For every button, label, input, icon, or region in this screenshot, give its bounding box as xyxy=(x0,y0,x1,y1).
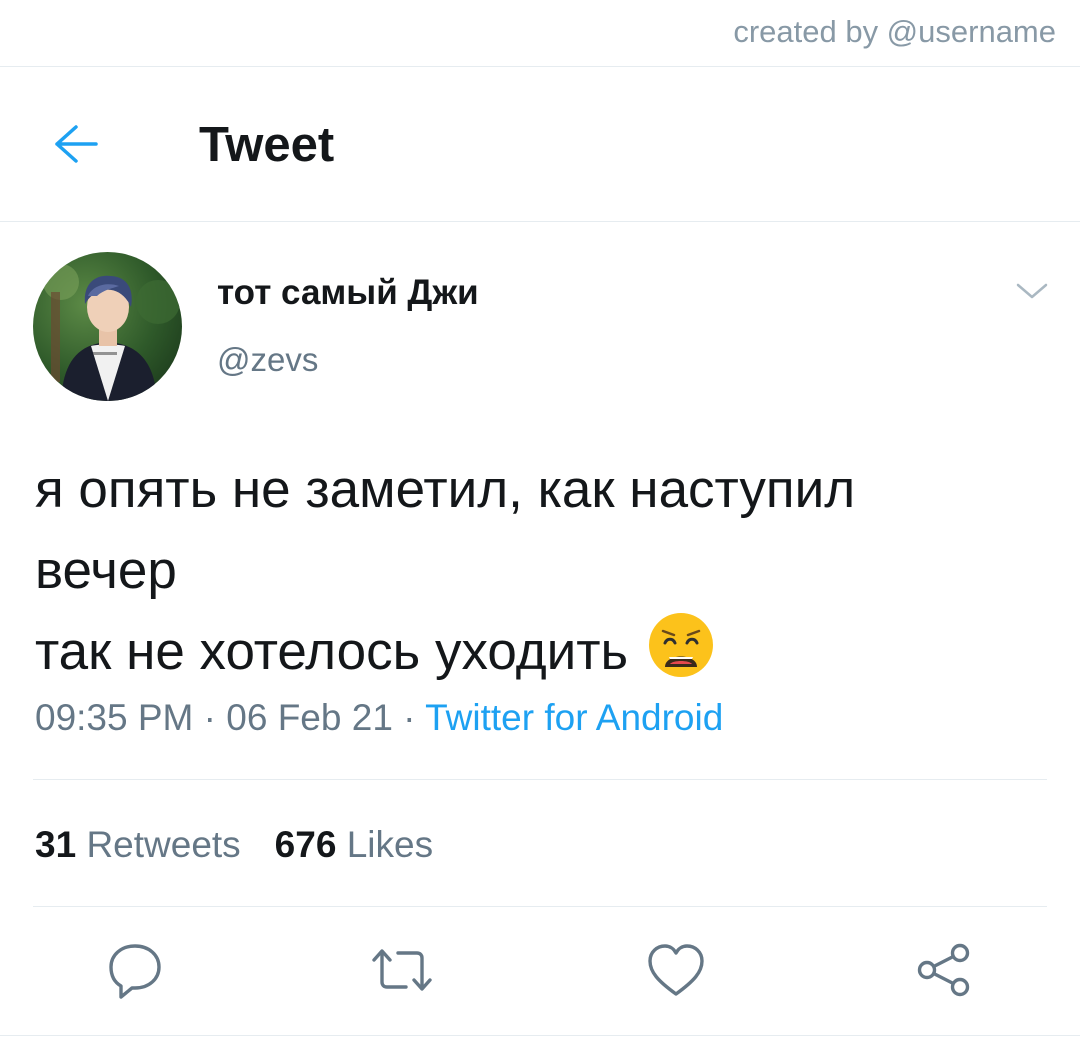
avatar[interactable] xyxy=(33,252,182,401)
tweet-date: 06 Feb 21 xyxy=(226,697,393,738)
credit-text: created by @username xyxy=(733,14,1056,49)
tweet-stats: 31 Retweets 676 Likes xyxy=(35,824,433,866)
like-icon[interactable] xyxy=(644,938,708,1002)
likes-count: 676 xyxy=(274,824,337,865)
page-title: Tweet xyxy=(199,118,335,172)
divider xyxy=(33,779,1047,780)
retweet-icon[interactable] xyxy=(370,938,434,1002)
tweet-line: я опять не заметил, как наступил xyxy=(35,460,856,519)
weary-face-emoji xyxy=(648,613,713,677)
tweet-line-text: так не хотелось уходить xyxy=(35,622,629,681)
meta-separator: · xyxy=(392,697,426,738)
likes-label: Likes xyxy=(346,824,434,865)
header: Tweet xyxy=(0,67,1080,222)
likes-stat[interactable]: 676 Likes xyxy=(275,824,433,865)
divider xyxy=(33,906,1047,907)
author-handle[interactable]: @zevs xyxy=(217,341,318,379)
tweet-text: я опять не заметил, как наступил вечер т… xyxy=(35,449,1045,692)
retweets-count: 31 xyxy=(35,824,77,865)
chevron-down-icon[interactable] xyxy=(1014,278,1050,304)
author-name[interactable]: тот самый Джи xyxy=(217,273,479,313)
share-icon[interactable] xyxy=(912,938,976,1002)
tweet-meta: 09:35 PM · 06 Feb 21 · Twitter for Andro… xyxy=(35,697,723,739)
retweets-stat[interactable]: 31 Retweets xyxy=(35,824,241,865)
arrow-left-icon[interactable] xyxy=(50,122,102,166)
retweets-label: Retweets xyxy=(86,824,241,865)
tweet-time: 09:35 PM xyxy=(35,697,194,738)
tweet-line-with-emoji: так не хотелось уходить xyxy=(35,611,1045,692)
tweet-line: вечер xyxy=(35,541,177,600)
credit-bar: created by @username xyxy=(0,0,1080,67)
reply-icon[interactable] xyxy=(103,938,167,1002)
tweet-source-link[interactable]: Twitter for Android xyxy=(425,697,723,738)
avatar-photo xyxy=(33,252,182,401)
meta-separator: · xyxy=(193,697,227,738)
divider xyxy=(0,1035,1080,1036)
